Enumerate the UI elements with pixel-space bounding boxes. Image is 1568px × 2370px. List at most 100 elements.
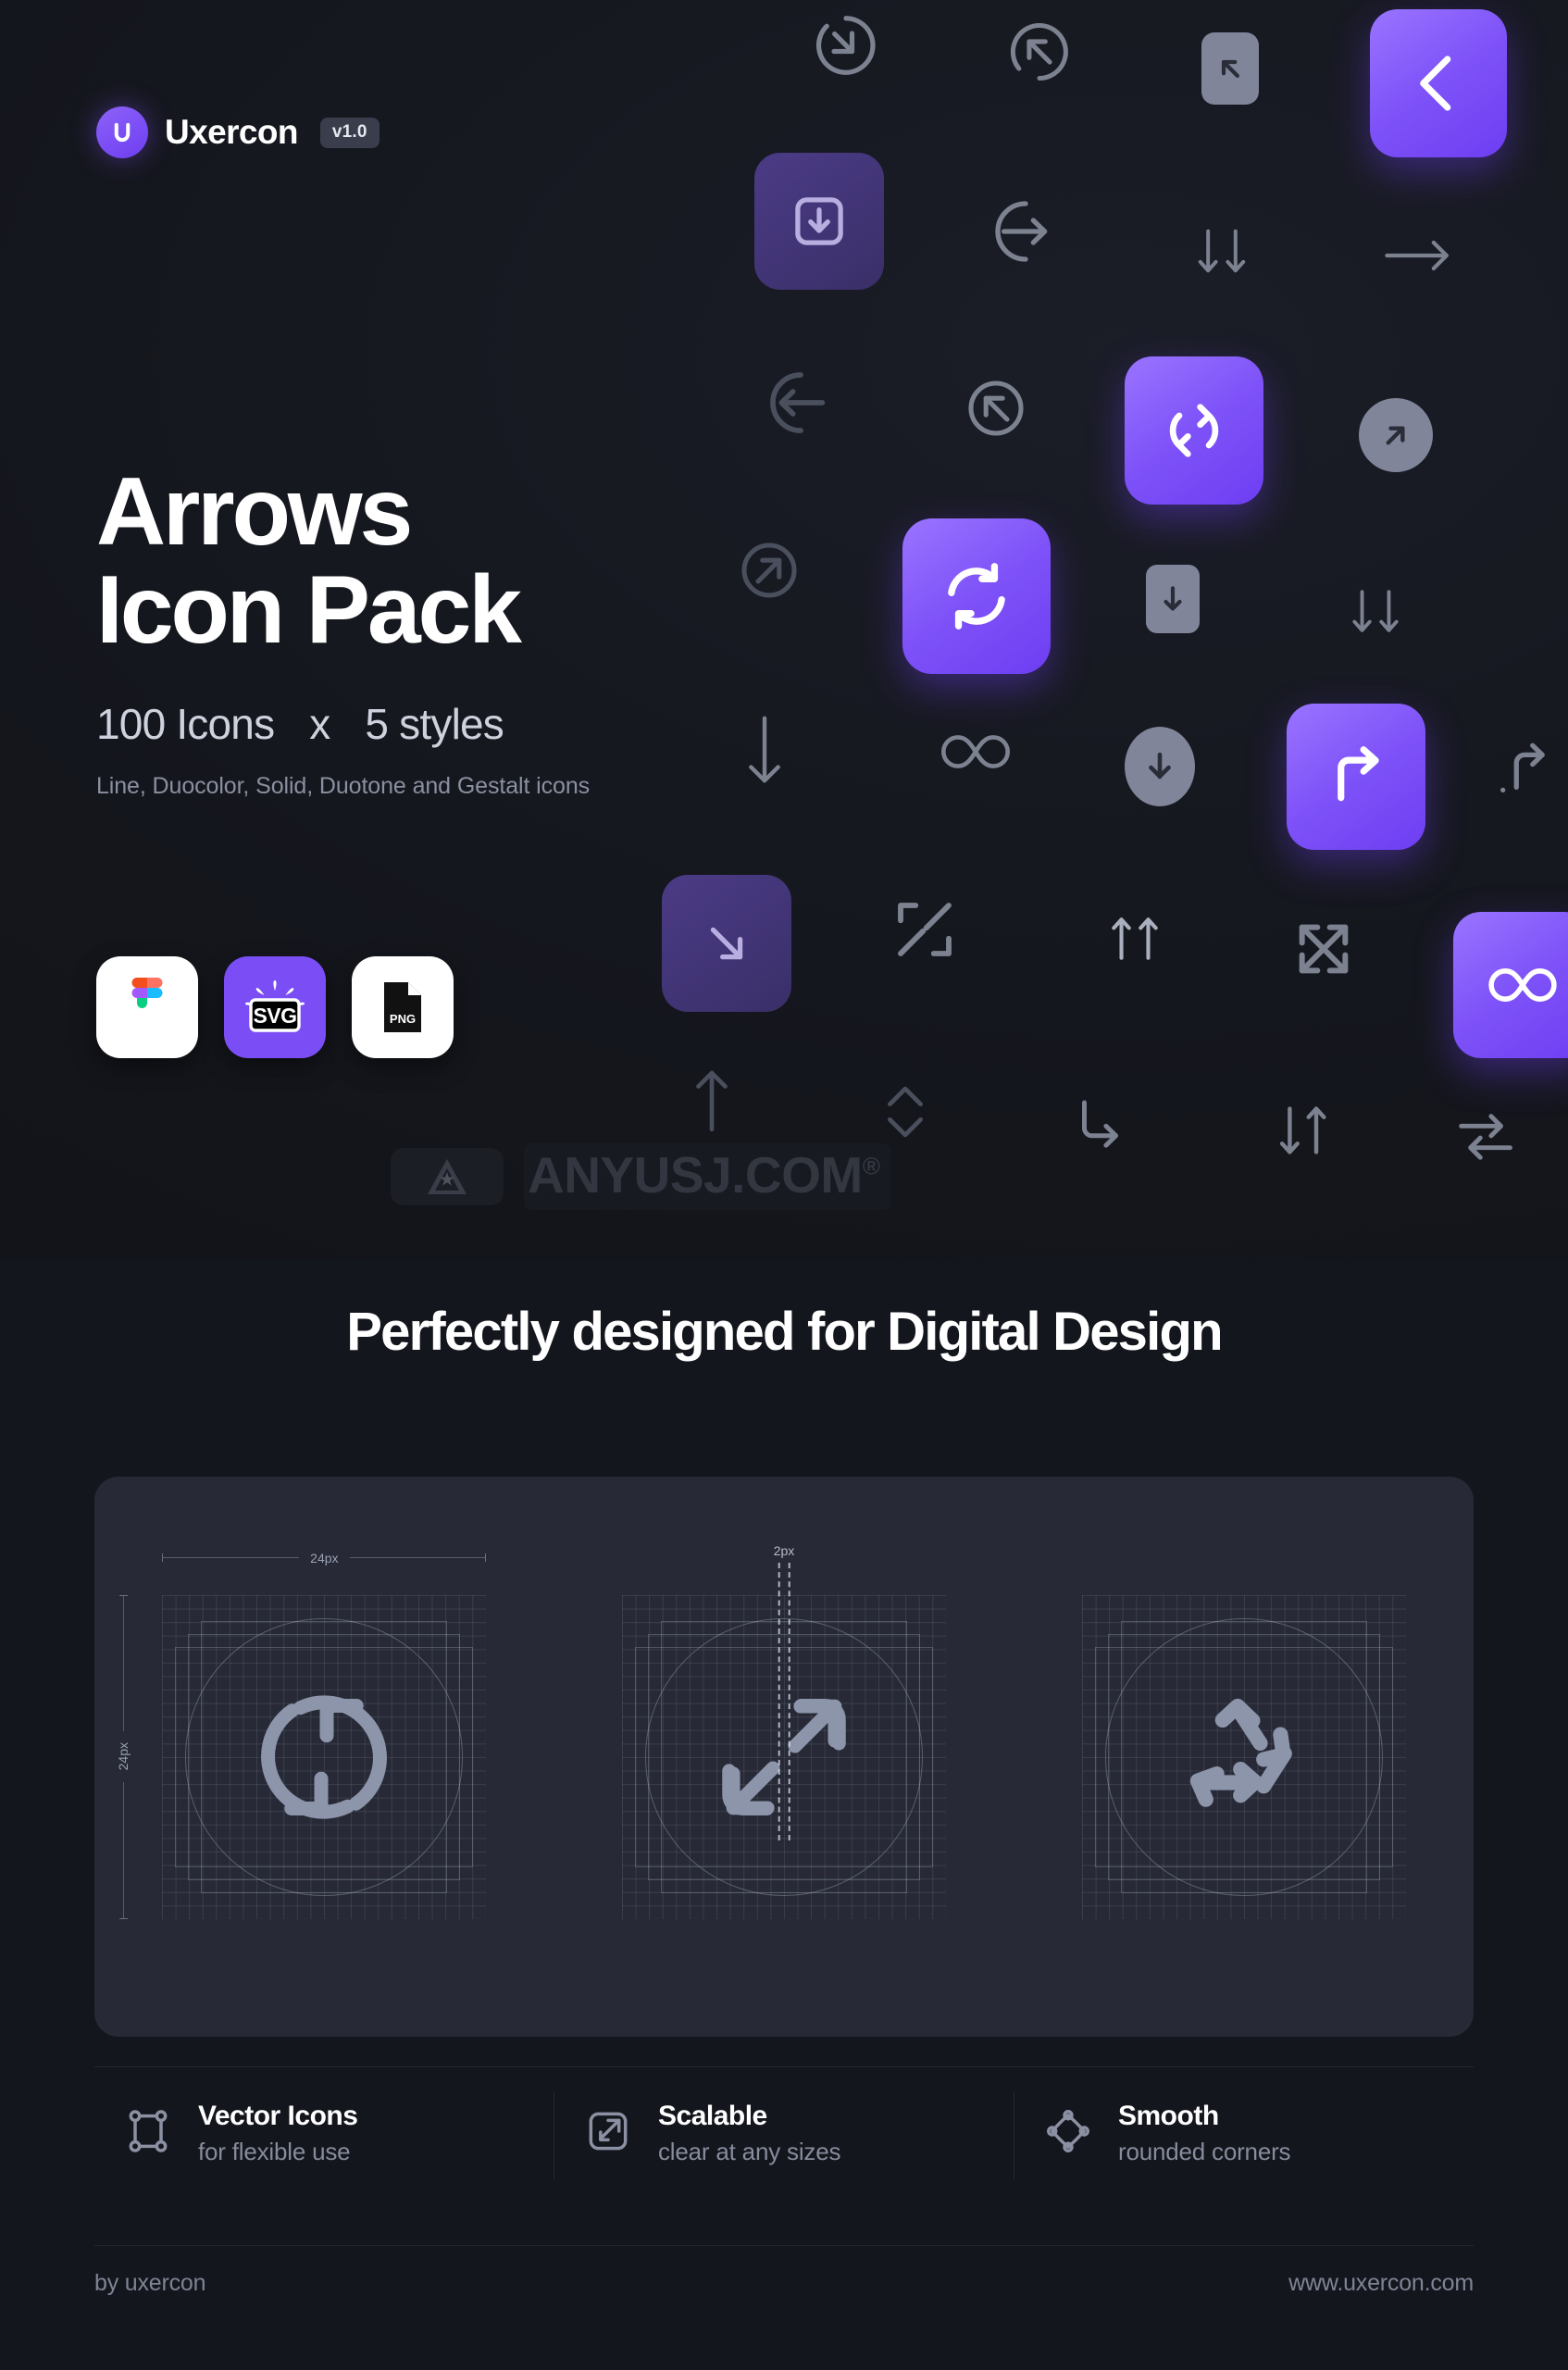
spec-panel-expand: 2px bbox=[554, 1477, 1014, 2037]
feature-subtitle: for flexible use bbox=[198, 2138, 351, 2165]
width-dimension-ruler: 24px bbox=[162, 1550, 487, 1565]
png-file-icon: PNG bbox=[384, 982, 421, 1032]
feature-text: Vector Icons for flexible use bbox=[198, 2101, 358, 2166]
svg-format-badge[interactable]: SVG bbox=[224, 956, 326, 1058]
vector-nodes-icon bbox=[122, 2105, 174, 2162]
scale-expand-icon bbox=[582, 2105, 634, 2162]
svg-text:PNG: PNG bbox=[390, 1012, 416, 1026]
brand-name: Uxercon bbox=[165, 113, 298, 151]
uxercon-u-logo-icon bbox=[96, 106, 148, 158]
hero-copy: Arrows Icon Pack 100 Icons x 5 styles Li… bbox=[96, 463, 590, 800]
anyusj-triangle-star-icon bbox=[391, 1148, 504, 1205]
poster-root: Uxercon v1.0 Arrows Icon Pack 100 Icons … bbox=[0, 0, 1568, 2370]
ruler-cap-right bbox=[485, 1553, 487, 1562]
footer: by uxercon www.uxercon.com bbox=[94, 2245, 1474, 2297]
spec-frame bbox=[1081, 1594, 1406, 1919]
ruler-line-right bbox=[349, 1557, 486, 1558]
hero-subtitle: 100 Icons x 5 styles bbox=[96, 699, 590, 749]
arrow-up-left-circle-icon bbox=[963, 375, 1029, 442]
title-line-2: Icon Pack bbox=[96, 556, 522, 665]
spec-panel-refresh: 24px 24px bbox=[94, 1477, 554, 2037]
title-line-1: Arrows bbox=[96, 458, 413, 566]
ruler-line-left bbox=[163, 1557, 300, 1558]
arrow-right-circle-icon bbox=[989, 194, 1063, 268]
corner-down-right-icon bbox=[1069, 1092, 1130, 1154]
corner-up-right-icon bbox=[1287, 704, 1425, 850]
spec-frame: 2px bbox=[622, 1543, 946, 1919]
shuffle-icon bbox=[1453, 1106, 1524, 1167]
arrow-up-icon bbox=[685, 1065, 739, 1135]
watermark-registered: ® bbox=[862, 1152, 880, 1180]
arrow-up-right-circle-icon bbox=[736, 537, 803, 604]
stroke-guides bbox=[778, 1562, 790, 1840]
arrow-down-oval-icon bbox=[1125, 727, 1195, 806]
arrow-down-right-icon bbox=[662, 875, 791, 1012]
download-square-icon bbox=[754, 153, 884, 290]
width-label: 24px bbox=[310, 1550, 339, 1565]
feature-title: Scalable bbox=[658, 2101, 767, 2131]
section-headline: Perfectly designed for Digital Design bbox=[346, 1302, 1223, 1362]
feature-subtitle: clear at any sizes bbox=[658, 2138, 841, 2165]
hero-section: Uxercon v1.0 Arrows Icon Pack 100 Icons … bbox=[0, 0, 1568, 1259]
arrow-up-right-circle-icon bbox=[1359, 398, 1433, 472]
format-badges: SVG PNG bbox=[96, 956, 454, 1058]
footer-website[interactable]: www.uxercon.com bbox=[1288, 2270, 1474, 2297]
spec-panel-recycle bbox=[1014, 1477, 1474, 2037]
arrow-up-left-circle-icon bbox=[1004, 17, 1075, 87]
feature-subtitle: rounded corners bbox=[1118, 2138, 1291, 2165]
watermark-domain: ANYUSJ.COM bbox=[528, 1146, 863, 1204]
brand-lockup[interactable]: Uxercon v1.0 bbox=[96, 106, 380, 158]
expand-diagonal-icon bbox=[889, 893, 961, 966]
spec-card: 24px 24px 2px bbox=[94, 1477, 1474, 2037]
arrow-left-circle-icon bbox=[764, 366, 838, 440]
feature-smooth: Smooth rounded corners bbox=[1014, 2091, 1474, 2179]
height-dimension-ruler: 24px bbox=[116, 1594, 131, 1919]
expand-cross-icon bbox=[1287, 912, 1361, 986]
styles-note: Line, Duocolor, Solid, Duotone and Gesta… bbox=[96, 773, 591, 800]
stroke-guide-left bbox=[778, 1562, 780, 1840]
feature-scalable: Scalable clear at any sizes bbox=[554, 2091, 1014, 2179]
watermark-text: ANYUSJ.COM® bbox=[524, 1143, 891, 1210]
chevron-left-icon bbox=[1370, 9, 1507, 157]
ruler-line-bottom bbox=[122, 1781, 124, 1918]
svg-file-icon: SVG bbox=[244, 980, 305, 1032]
refresh-sync-icon bbox=[902, 518, 1051, 674]
png-format-badge[interactable]: PNG bbox=[352, 956, 454, 1058]
smooth-corners-icon bbox=[1042, 2105, 1094, 2162]
footer-credit: by uxercon bbox=[94, 2270, 206, 2296]
download-box-icon bbox=[1146, 565, 1200, 633]
stroke-width-callout: 2px bbox=[774, 1543, 794, 1840]
recycle-triangle-arrows-icon bbox=[1082, 1595, 1406, 1919]
infinity-icon bbox=[935, 727, 1016, 777]
feature-vector-icons: Vector Icons for flexible use bbox=[94, 2091, 554, 2179]
style-count: 5 styles bbox=[365, 700, 504, 749]
anyusj-watermark: ANYUSJ.COM® bbox=[391, 1143, 1177, 1210]
icon-count: 100 Icons bbox=[96, 700, 275, 749]
spec-frame: 24px 24px bbox=[116, 1551, 487, 1919]
ruler-cap-bottom bbox=[118, 1917, 128, 1919]
figma-format-badge[interactable] bbox=[96, 956, 198, 1058]
refresh-loop-icon bbox=[1125, 356, 1263, 505]
ruler-line-top bbox=[122, 1595, 124, 1732]
svg-text:SVG: SVG bbox=[253, 1004, 296, 1028]
feature-title: Vector Icons bbox=[198, 2101, 358, 2131]
arrow-up-left-square-icon bbox=[1201, 32, 1259, 105]
arrow-right-icon bbox=[1379, 227, 1457, 284]
arrows-double-down-icon bbox=[1183, 218, 1261, 286]
page-title: Arrows Icon Pack bbox=[96, 463, 590, 659]
chevron-vertical-icon bbox=[879, 1079, 931, 1145]
version-badge: v1.0 bbox=[319, 117, 380, 148]
feature-title: Smooth bbox=[1118, 2101, 1219, 2131]
stroke-guide-right bbox=[788, 1562, 790, 1840]
feature-text: Smooth rounded corners bbox=[1118, 2101, 1291, 2166]
feature-row: Vector Icons for flexible use Scalable c… bbox=[94, 2066, 1474, 2179]
corner-up-icon bbox=[1492, 736, 1557, 801]
rotate-cw-circle-icon bbox=[810, 9, 882, 81]
arrow-down-icon bbox=[736, 713, 793, 789]
arrows-up-down-icon bbox=[1268, 1097, 1340, 1164]
figma-icon bbox=[131, 978, 163, 1008]
feature-text: Scalable clear at any sizes bbox=[658, 2101, 840, 2166]
arrows-double-up-icon bbox=[1097, 903, 1173, 973]
arrows-double-down-icon bbox=[1338, 579, 1413, 645]
height-label: 24px bbox=[116, 1742, 131, 1771]
